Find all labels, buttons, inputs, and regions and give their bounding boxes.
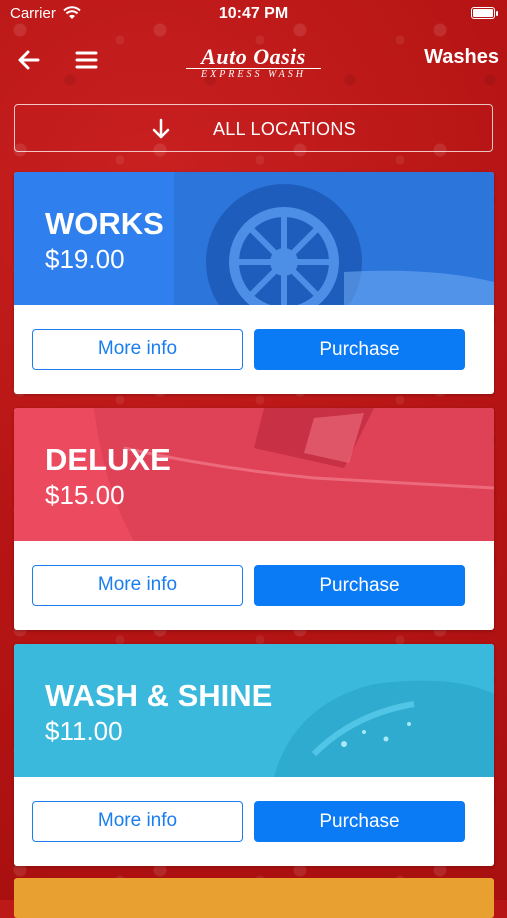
wash-price: $19.00 [45,244,125,274]
brand-name: Auto Oasis [201,44,306,69]
purchase-button[interactable]: Purchase [254,565,465,606]
hamburger-menu-icon[interactable] [74,47,100,73]
wash-price: $15.00 [45,480,125,510]
wash-banner: DELUXE $15.00 [14,408,494,541]
wash-banner: WORKS $19.00 [14,172,494,305]
wash-name: WORKS [45,206,164,241]
page-title: Washes [424,46,499,68]
more-info-button[interactable]: More info [32,329,243,370]
back-arrow-icon[interactable] [16,47,42,73]
wash-card-works: WORKS $19.00 More info Purchase [14,172,494,394]
wash-name: DELUXE [45,442,171,477]
status-time: 10:47 PM [218,5,289,22]
brand-tagline: EXPRESS WASH [186,68,321,81]
wash-card-next-partial[interactable] [14,878,494,918]
more-info-button[interactable]: More info [32,801,243,842]
brand-logo: Auto Oasis EXPRESS WASH [186,46,321,81]
all-locations-label: ALL LOCATIONS [213,119,356,139]
more-info-button[interactable]: More info [32,565,243,606]
battery-icon [471,7,498,19]
wash-card-deluxe: DELUXE $15.00 More info Purchase [14,408,494,630]
purchase-button[interactable]: Purchase [254,329,465,370]
wash-card-wash-shine: WASH & SHINE $11.00 More info Purchase [14,644,494,866]
wash-name: WASH & SHINE [45,678,273,713]
wash-banner: WASH & SHINE $11.00 [14,644,494,777]
arrow-down-icon [152,118,170,139]
status-bar: Carrier 10:47 PM [0,0,507,28]
all-locations-button[interactable]: ALL LOCATIONS [14,104,493,152]
navigation-bar: Auto Oasis EXPRESS WASH Washes [0,38,507,82]
wash-price: $11.00 [45,716,123,746]
purchase-button[interactable]: Purchase [254,801,465,842]
